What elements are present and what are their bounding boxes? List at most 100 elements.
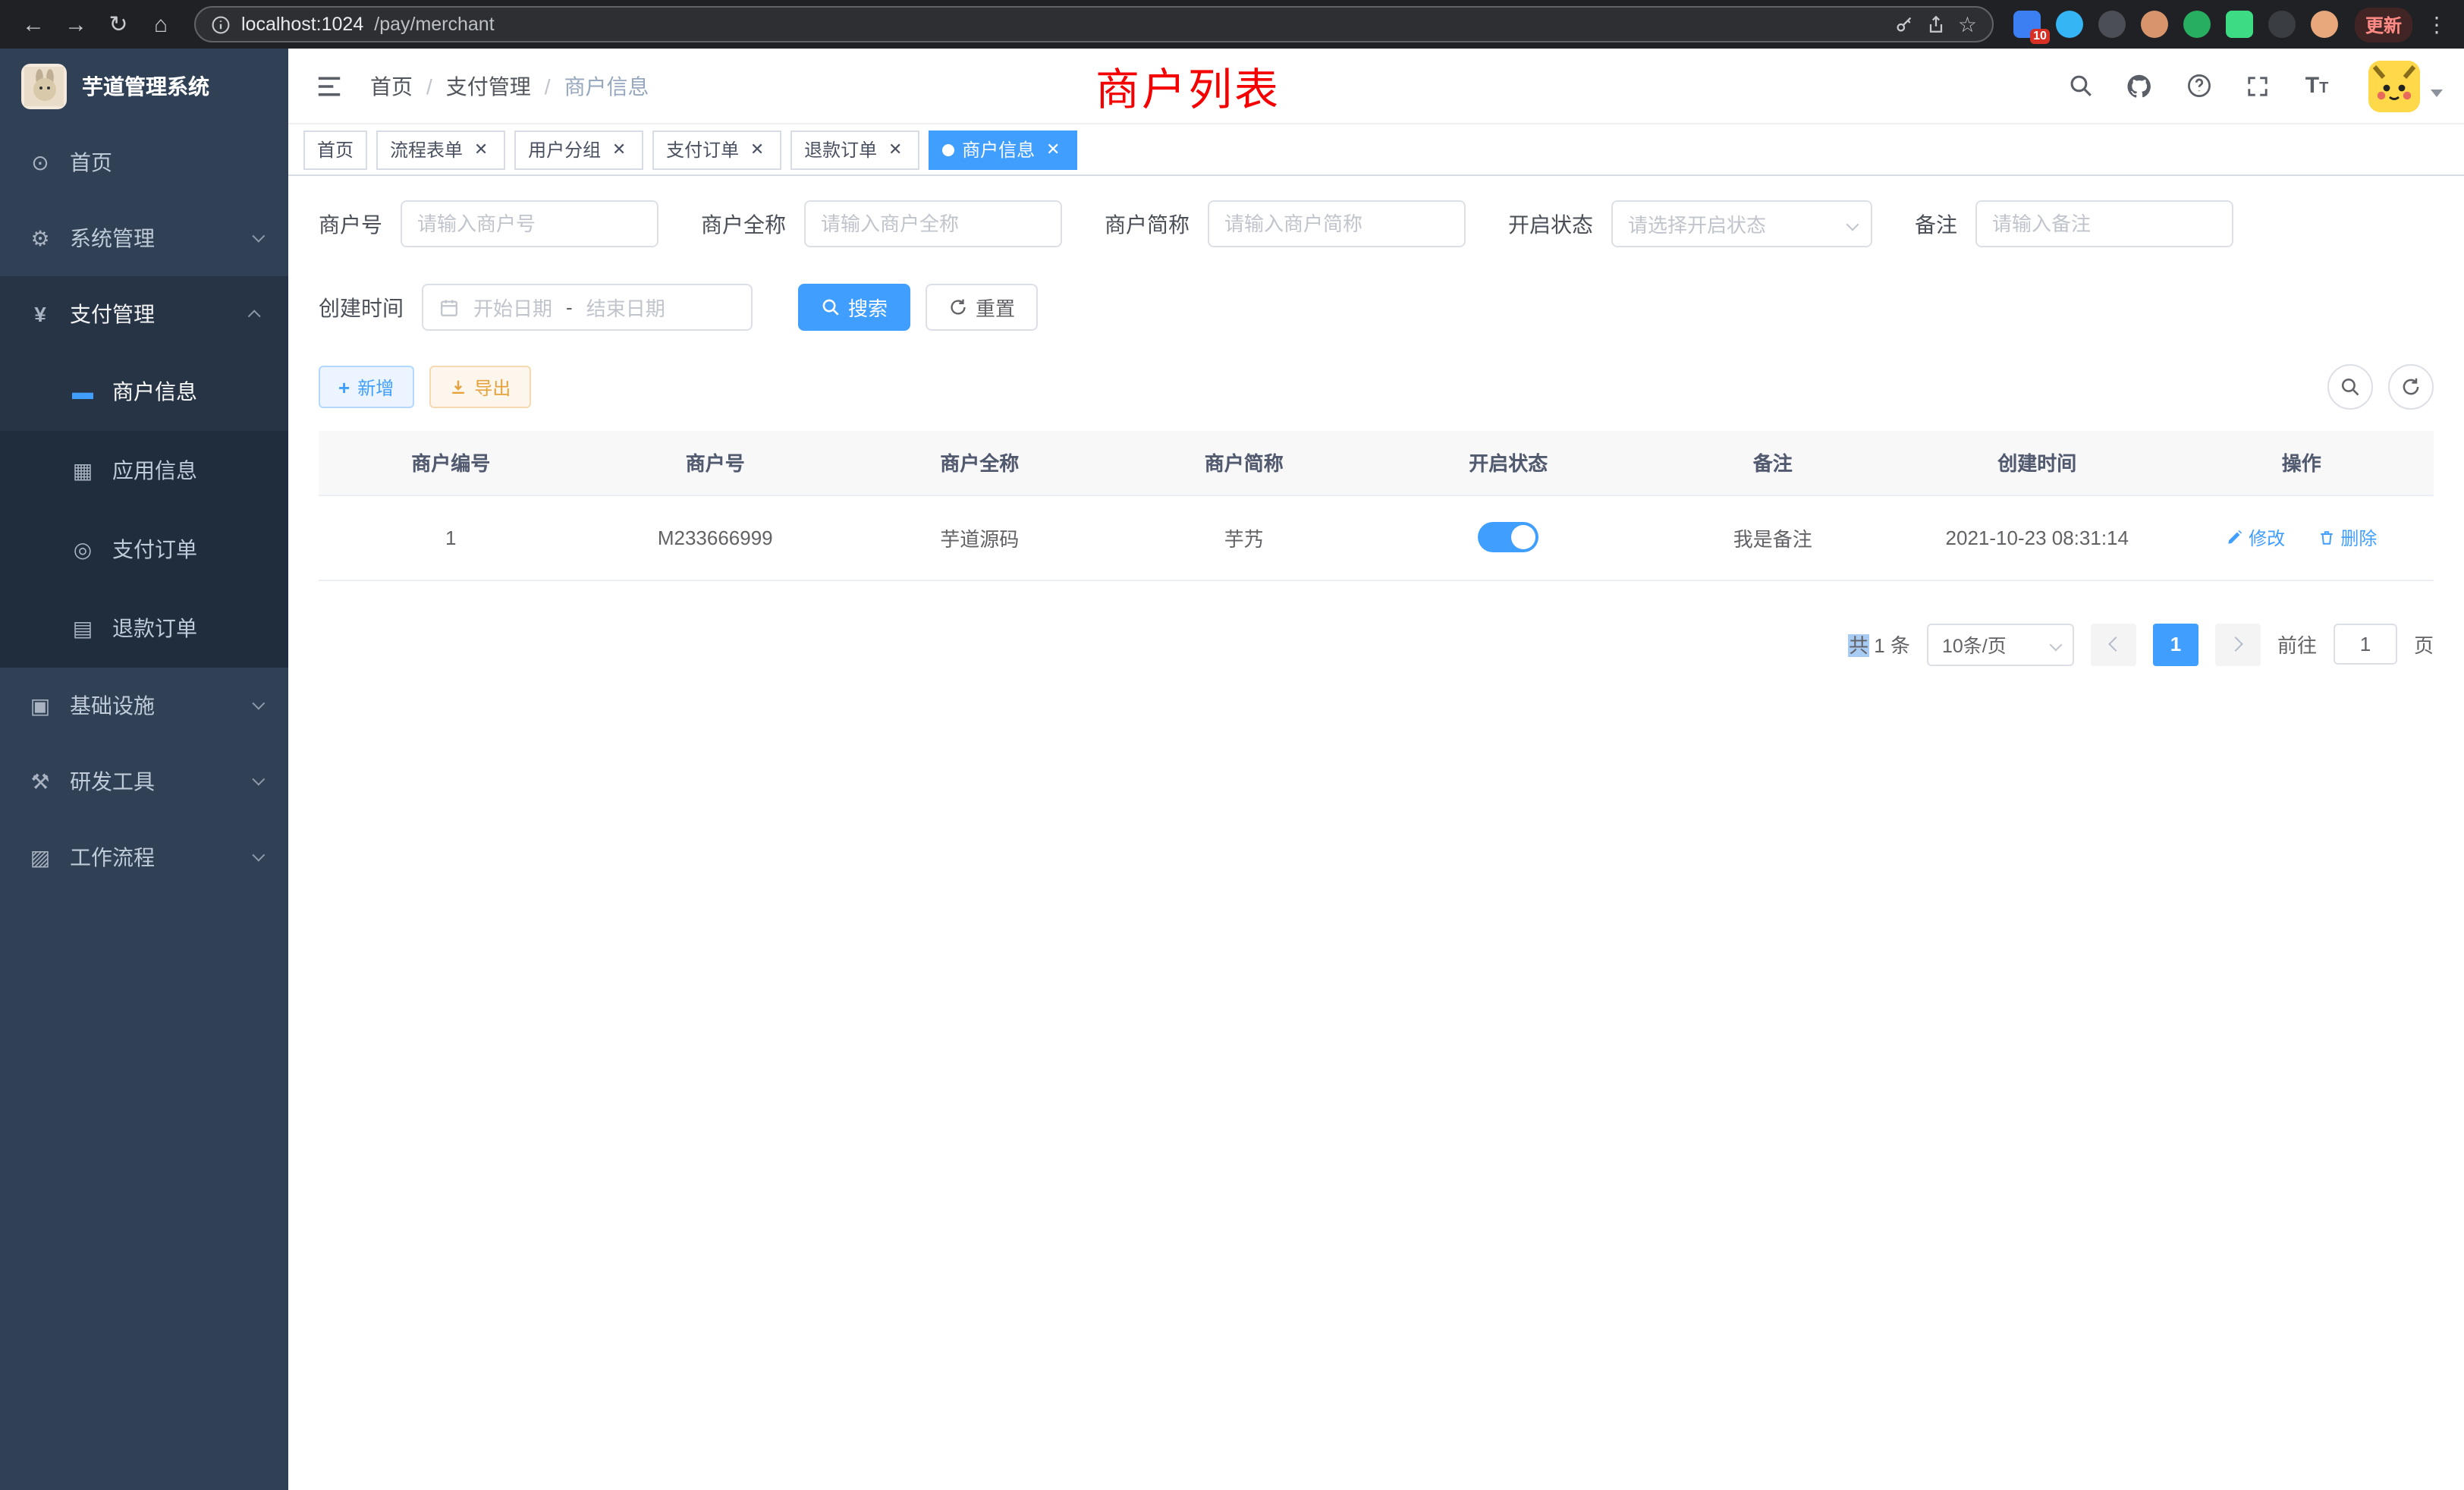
url-host: localhost:1024 [241,14,363,35]
extension-icon[interactable] [2056,11,2083,38]
fullscreen-icon[interactable] [2241,69,2274,102]
cell-status [1376,495,1641,580]
search-button[interactable]: 搜索 [798,284,910,331]
close-icon[interactable]: ✕ [470,139,492,160]
sidebar-item-merchant-info[interactable]: ▬ 商户信息 [0,352,288,431]
chevron-down-icon [252,697,265,710]
sidebar-item-label: 支付订单 [112,534,197,564]
full-name-input[interactable] [804,200,1062,247]
sidebar-item-pay-order[interactable]: ◎ 支付订单 [0,510,288,589]
sidebar-toggle-icon[interactable] [310,74,349,98]
delete-button[interactable]: 删除 [2318,524,2377,550]
extension-icon[interactable]: 10 [2013,11,2041,38]
chevron-up-icon [248,310,261,322]
toggle-search-icon[interactable] [2327,364,2373,410]
reset-button[interactable]: 重置 [926,284,1038,331]
col-header-merchant-no: 商户号 [583,431,848,495]
tab-refund-order[interactable]: 退款订单✕ [790,130,919,169]
chevron-down-icon [1846,218,1859,231]
logo-image [21,64,67,109]
total-rest: 1 条 [1868,634,1910,657]
toolbox-icon: ⚒ [27,769,53,794]
prev-page-button[interactable] [2091,623,2136,665]
sidebar-item-home[interactable]: ⊙ 首页 [0,124,288,200]
export-button[interactable]: 导出 [429,366,530,408]
github-icon[interactable] [2123,69,2156,102]
page-size-select[interactable]: 10条/页 [1927,623,2074,665]
goto-page-input[interactable] [2334,624,2397,665]
status-toggle[interactable] [1478,522,1538,552]
sidebar-item-infrastructure[interactable]: ▣ 基础设施 [0,668,288,743]
extension-icon[interactable] [2141,11,2168,38]
col-header-create-time: 创建时间 [1905,431,2170,495]
breadcrumb-current: 商户信息 [564,71,649,101]
password-key-icon[interactable] [1894,14,1916,35]
extension-badge: 10 [2030,29,2050,44]
screen: ← → ↻ ⌂ localhost:1024/pay/merchant ☆ 10 [0,0,2464,1490]
breadcrumb-separator: / [545,74,551,98]
edit-button[interactable]: 修改 [2226,524,2285,550]
sidebar-item-workflow[interactable]: ▨ 工作流程 [0,819,288,895]
close-icon[interactable]: ✕ [885,139,906,160]
button-label: 新增 [357,374,394,400]
short-name-input[interactable] [1208,200,1466,247]
sidebar-item-label: 商户信息 [112,376,197,407]
sidebar-item-label: 应用信息 [112,455,197,486]
sidebar-item-app-info[interactable]: ▦ 应用信息 [0,431,288,510]
tab-merchant-info[interactable]: 商户信息✕ [929,130,1077,169]
cell-full-name: 芋道源码 [847,495,1112,580]
add-button[interactable]: + 新增 [319,366,413,408]
page-number-1[interactable]: 1 [2153,623,2198,665]
close-icon[interactable]: ✕ [608,139,630,160]
sidebar-item-dev-tools[interactable]: ⚒ 研发工具 [0,743,288,819]
field-label: 创建时间 [319,292,404,322]
field-label: 备注 [1915,209,1957,239]
filter-create-time: 创建时间 开始日期 - 结束日期 [319,284,753,331]
forward-icon[interactable]: → [55,3,97,46]
table-row: 1 M233666999 芋道源码 芋艿 我是备注 2021-10-23 08:… [319,495,2434,580]
tab-pay-order[interactable]: 支付订单✕ [652,130,781,169]
font-size-icon[interactable]: TT [2300,69,2334,102]
close-icon[interactable]: ✕ [746,139,768,160]
close-icon[interactable]: ✕ [1042,139,1064,160]
sidebar-item-payment[interactable]: ¥ 支付管理 [0,276,288,352]
url-path: /pay/merchant [374,14,494,35]
breadcrumb-payment[interactable]: 支付管理 [446,71,531,101]
date-range-picker[interactable]: 开始日期 - 结束日期 [422,284,753,331]
tab-user-group[interactable]: 用户分组✕ [514,130,643,169]
browser-menu-icon[interactable]: ⋮ [2422,11,2452,37]
extension-icon[interactable] [2226,11,2253,38]
bookmark-star-icon[interactable]: ☆ [1958,11,1977,37]
refresh-table-icon[interactable] [2388,364,2434,410]
search-icon[interactable] [2063,69,2097,102]
site-info-icon[interactable] [211,14,231,34]
help-icon[interactable] [2182,69,2215,102]
extension-icon[interactable] [2311,11,2338,38]
extension-icon[interactable] [2268,11,2296,38]
app-shell: 芋道管理系统 ⊙ 首页 ⚙ 系统管理 ¥ 支付管理 ▬ 商户信息 [0,49,2464,1490]
share-icon[interactable] [1926,14,1947,35]
field-label: 商户号 [319,209,382,239]
tab-label: 首页 [317,137,354,162]
status-select[interactable]: 请选择开启状态 [1611,200,1872,247]
tab-process-form[interactable]: 流程表单✕ [376,130,505,169]
sidebar-item-system[interactable]: ⚙ 系统管理 [0,200,288,276]
next-page-button[interactable] [2215,623,2261,665]
sidebar-item-refund-order[interactable]: ▤ 退款订单 [0,589,288,668]
home-icon[interactable]: ⌂ [140,3,182,46]
merchant-no-input[interactable] [401,200,658,247]
field-label: 开启状态 [1508,209,1593,239]
back-icon[interactable]: ← [12,3,55,46]
browser-update-button[interactable]: 更新 [2355,7,2412,42]
extension-icon[interactable] [2098,11,2126,38]
page-content: 商户号 商户全称 商户简称 开启状态 请选择开启状态 [288,176,2464,1490]
user-avatar-menu[interactable] [2368,60,2443,112]
cell-id: 1 [319,495,583,580]
tab-home[interactable]: 首页 [303,130,367,169]
extension-icon[interactable] [2183,11,2211,38]
app-logo[interactable]: 芋道管理系统 [0,49,288,124]
remark-input[interactable] [1975,200,2233,247]
reload-icon[interactable]: ↻ [97,3,140,46]
address-bar[interactable]: localhost:1024/pay/merchant ☆ [194,6,1994,42]
breadcrumb-home[interactable]: 首页 [370,71,413,101]
